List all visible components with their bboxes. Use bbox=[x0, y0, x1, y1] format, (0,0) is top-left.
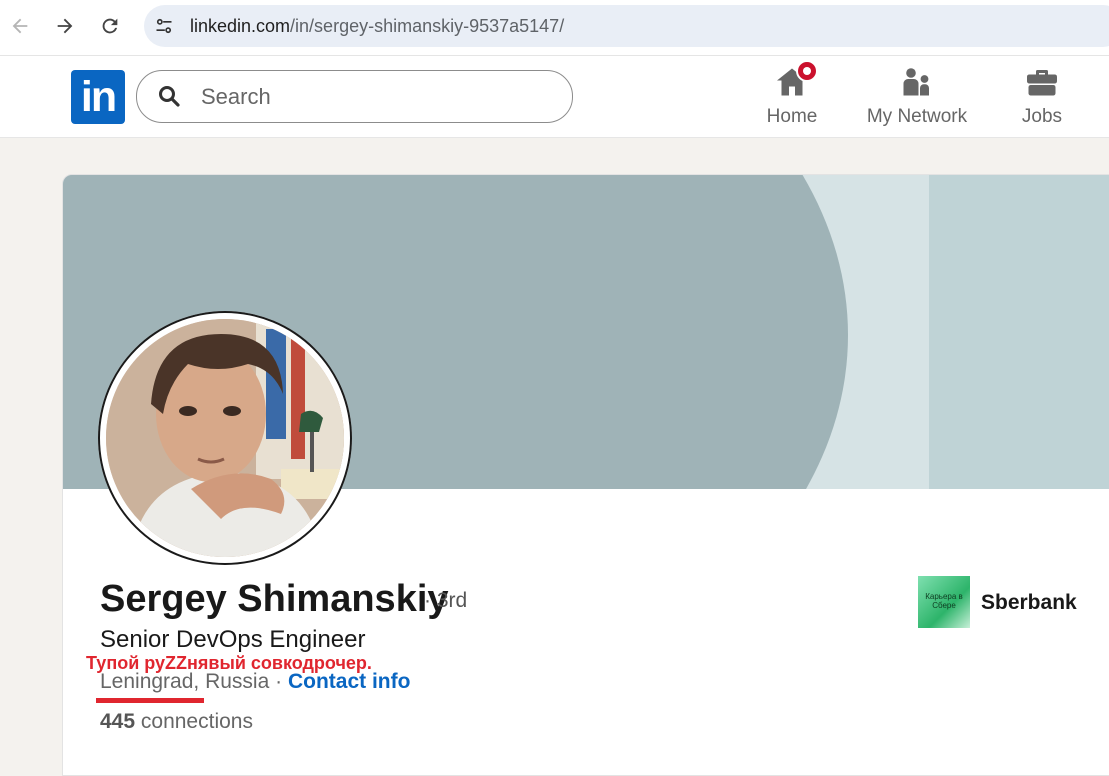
nav-my-network[interactable]: My Network bbox=[862, 64, 972, 134]
url-text[interactable]: linkedin.com/in/sergey-shimanskiy-9537a5… bbox=[190, 16, 564, 37]
forward-button[interactable] bbox=[50, 11, 80, 41]
reload-button[interactable] bbox=[95, 11, 125, 41]
linkedin-logo[interactable]: in bbox=[71, 70, 125, 124]
company-logo-text: Карьера в Сбере bbox=[925, 592, 963, 610]
nav-home-label: Home bbox=[766, 106, 818, 127]
connections-row[interactable]: 445 connections bbox=[100, 710, 253, 734]
home-icon bbox=[774, 60, 818, 100]
connections-count: 445 bbox=[100, 710, 136, 733]
search-bar[interactable] bbox=[136, 70, 573, 123]
profile-name: Sergey Shimanskiy bbox=[100, 578, 449, 620]
company-logo: Карьера в Сбере bbox=[918, 576, 970, 628]
annotation-underline bbox=[96, 698, 204, 703]
url-path: /in/sergey-shimanskiy-9537a5147/ bbox=[290, 16, 565, 36]
people-icon bbox=[899, 64, 935, 100]
address-bar[interactable]: linkedin.com/in/sergey-shimanskiy-9537a5… bbox=[144, 5, 1109, 47]
connection-degree: · 3rd bbox=[424, 589, 468, 612]
nav-jobs[interactable]: Jobs bbox=[1012, 64, 1072, 134]
profile-location-row: Leningrad, Russia · Contact info bbox=[100, 670, 410, 694]
url-host: linkedin.com bbox=[190, 16, 291, 36]
connections-label: connections bbox=[140, 710, 253, 733]
location-separator: · bbox=[275, 670, 283, 693]
nav-home[interactable]: Home bbox=[762, 60, 822, 134]
notification-badge bbox=[796, 60, 818, 82]
arrow-left-icon bbox=[12, 18, 28, 34]
reload-icon bbox=[102, 18, 118, 34]
company-name: Sberbank bbox=[981, 591, 1077, 614]
search-input[interactable] bbox=[199, 81, 543, 113]
browser-toolbar: linkedin.com/in/sergey-shimanskiy-9537a5… bbox=[0, 0, 1109, 56]
linkedin-header: in Home My Network bbox=[0, 56, 1109, 138]
nav-my-network-label: My Network bbox=[866, 106, 968, 127]
profile-photo[interactable] bbox=[98, 311, 352, 565]
site-settings-icon[interactable] bbox=[154, 16, 174, 36]
search-icon bbox=[159, 86, 180, 107]
profile-photo-image bbox=[106, 319, 344, 557]
profile-location: Leningrad, Russia bbox=[100, 670, 270, 693]
nav-jobs-label: Jobs bbox=[1021, 106, 1063, 127]
profile-headline: Senior DevOps Engineer bbox=[100, 626, 366, 653]
arrow-right-icon bbox=[57, 18, 73, 34]
back-button[interactable] bbox=[5, 11, 35, 41]
briefcase-icon bbox=[1024, 64, 1060, 100]
contact-info-link[interactable]: Contact info bbox=[288, 670, 410, 693]
